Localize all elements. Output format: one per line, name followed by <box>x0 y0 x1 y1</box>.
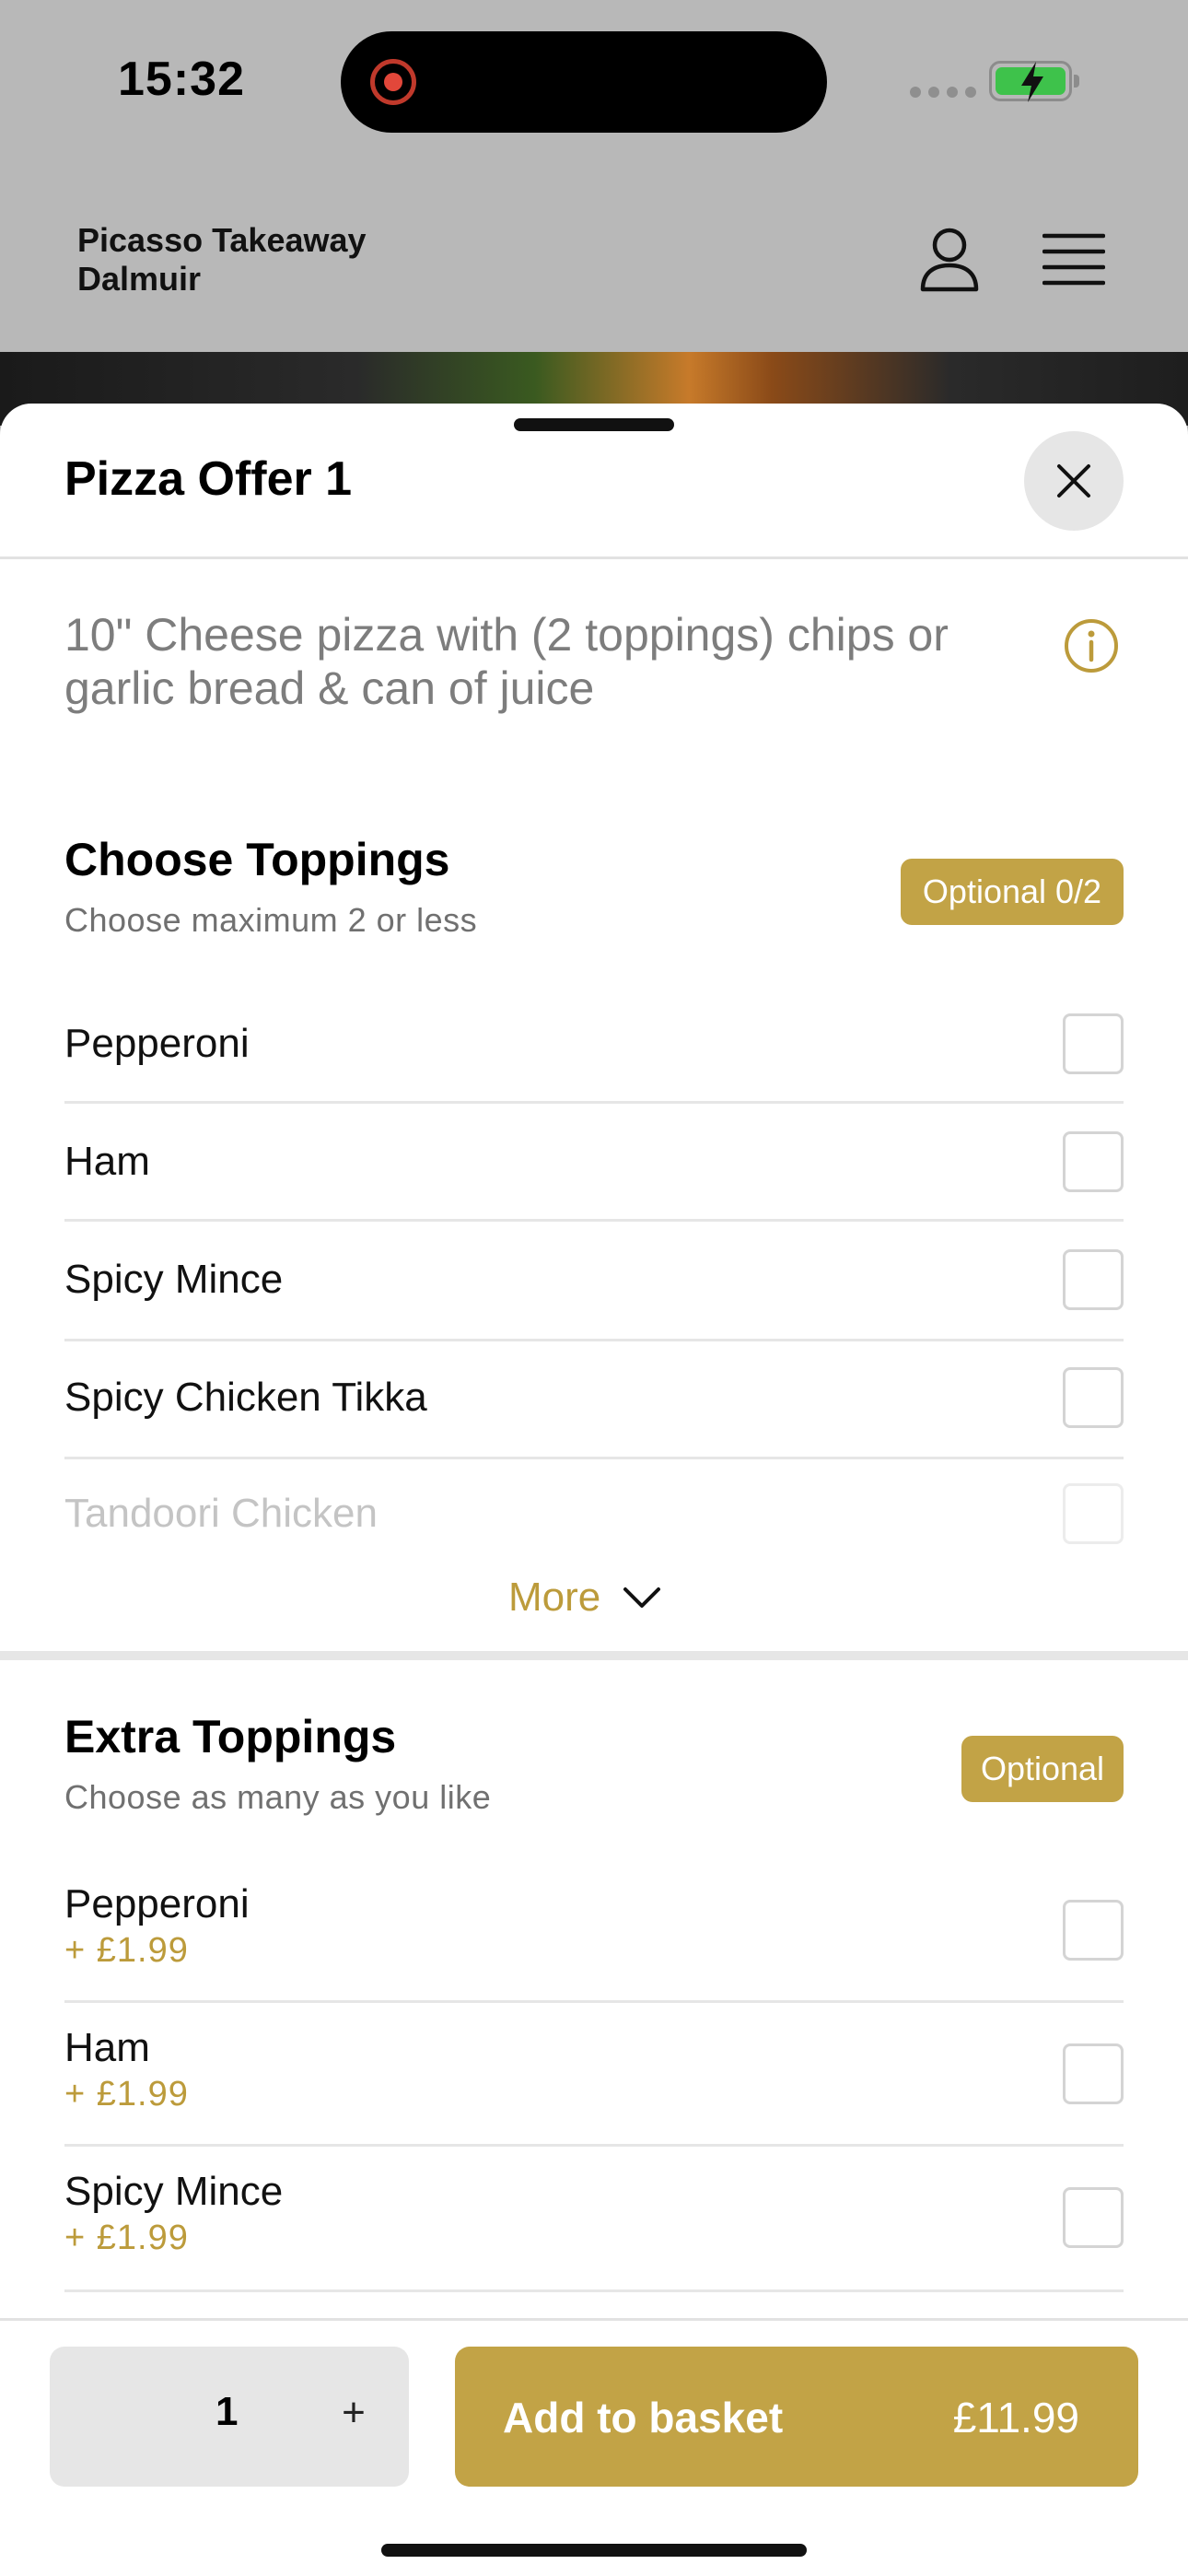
optional-badge: Optional <box>961 1736 1124 1802</box>
topping-checkbox[interactable] <box>1063 1249 1124 1310</box>
topping-row[interactable]: Tandoori Chicken <box>64 1459 1124 1570</box>
extra-topping-checkbox[interactable] <box>1063 2187 1124 2248</box>
extra-topping-row[interactable]: Pepperoni + £1.99 <box>64 1859 1124 2003</box>
topping-label: Ham <box>64 1139 150 1184</box>
product-description: 10" Cheese pizza with (2 toppings) chips… <box>64 609 949 714</box>
product-title: Pizza Offer 1 <box>64 452 353 506</box>
status-bar: 15:32 <box>0 0 1188 166</box>
topping-checkbox[interactable] <box>1063 1367 1124 1428</box>
extra-topping-price: + £1.99 <box>64 2075 189 2113</box>
topping-checkbox[interactable] <box>1063 1131 1124 1192</box>
total-price: £11.99 <box>952 2394 1079 2441</box>
extra-topping-price: + £1.99 <box>64 2219 189 2257</box>
chevron-down-icon <box>623 1587 661 1608</box>
extra-toppings-title: Extra Toppings <box>64 1711 397 1762</box>
extra-topping-label: Ham <box>64 2025 150 2070</box>
increment-button[interactable]: + <box>326 2385 381 2441</box>
topping-checkbox[interactable] <box>1063 1483 1124 1544</box>
sheet-drag-handle[interactable] <box>514 418 674 431</box>
choose-toppings-subtitle: Choose maximum 2 or less <box>64 901 478 939</box>
extra-topping-price: + £1.99 <box>64 1931 189 1970</box>
quantity-stepper[interactable]: 1 + <box>50 2347 409 2487</box>
extra-topping-label: Spicy Mince <box>64 2169 284 2214</box>
extra-topping-label: Pepperoni <box>64 1881 250 1926</box>
brand-line-1: Picasso Takeaway <box>77 221 367 259</box>
quantity-value: 1 <box>215 2389 239 2434</box>
recording-indicator-icon <box>370 59 416 105</box>
section-separator <box>0 1651 1188 1660</box>
extra-topping-checkbox[interactable] <box>1063 2043 1124 2104</box>
more-toggle[interactable]: More <box>508 1572 661 1623</box>
topping-row[interactable]: Spicy Chicken Tikka <box>64 1341 1124 1459</box>
topping-label: Spicy Chicken Tikka <box>64 1375 427 1420</box>
signal-icon <box>910 87 976 98</box>
topping-label: Spicy Mince <box>64 1257 284 1302</box>
product-sheet: Pizza Offer 1 10" Cheese pizza with (2 t… <box>0 404 1188 2576</box>
extra-topping-checkbox[interactable] <box>1063 1900 1124 1961</box>
topping-row[interactable]: Spicy Mince <box>64 1222 1124 1341</box>
topping-row[interactable]: Pepperoni <box>64 984 1124 1104</box>
topping-label: Tandoori Chicken <box>64 1491 378 1536</box>
status-time: 15:32 <box>118 53 245 106</box>
restaurant-name[interactable]: Picasso Takeaway Dalmuir <box>77 221 367 299</box>
checkout-bar: 1 + Add to basket £11.99 <box>0 2318 1188 2576</box>
close-button[interactable] <box>1024 431 1124 531</box>
choose-toppings-title: Choose Toppings <box>64 834 450 885</box>
topping-checkbox[interactable] <box>1063 1013 1124 1074</box>
charging-bolt-icon <box>1021 62 1043 102</box>
battery-icon <box>989 61 1079 102</box>
more-label: More <box>508 1575 601 1620</box>
add-to-basket-button[interactable]: Add to basket £11.99 <box>455 2347 1138 2487</box>
home-indicator[interactable] <box>381 2544 807 2557</box>
extra-topping-row[interactable]: Spicy Mince + £1.99 <box>64 2147 1124 2292</box>
dynamic-island <box>341 31 827 133</box>
info-icon[interactable] <box>1063 617 1120 674</box>
topping-row[interactable]: Ham <box>64 1104 1124 1222</box>
extra-topping-row[interactable]: Ham + £1.99 <box>64 2003 1124 2147</box>
brand-line-2: Dalmuir <box>77 260 202 298</box>
extra-toppings-subtitle: Choose as many as you like <box>64 1778 492 1816</box>
user-icon[interactable] <box>919 227 980 293</box>
optional-count-badge: Optional 0/2 <box>901 859 1124 925</box>
close-icon <box>1057 464 1090 498</box>
topping-label: Pepperoni <box>64 1021 250 1066</box>
divider <box>0 556 1188 559</box>
app-header: Picasso Takeaway Dalmuir <box>0 175 1188 352</box>
menu-icon[interactable] <box>1042 232 1105 287</box>
add-to-basket-label: Add to basket <box>503 2394 784 2441</box>
